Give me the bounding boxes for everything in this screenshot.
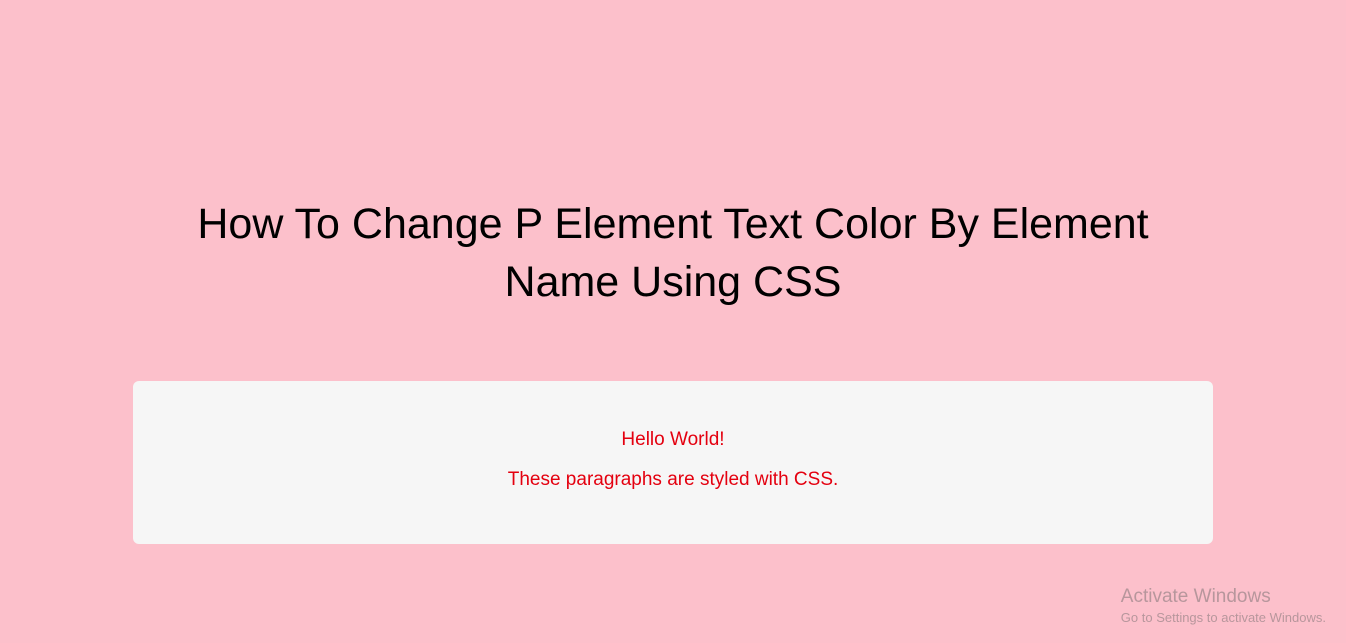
main-container: How To Change P Element Text Color By El… [0,0,1346,544]
windows-activation-watermark: Activate Windows Go to Settings to activ… [1121,586,1326,625]
paragraph-hello: Hello World! [153,429,1193,451]
paragraph-styled: These paragraphs are styled with CSS. [153,469,1193,491]
page-title: How To Change P Element Text Color By El… [173,195,1173,311]
watermark-subtitle: Go to Settings to activate Windows. [1121,610,1326,625]
watermark-title: Activate Windows [1121,586,1326,608]
content-box: Hello World! These paragraphs are styled… [133,381,1213,544]
